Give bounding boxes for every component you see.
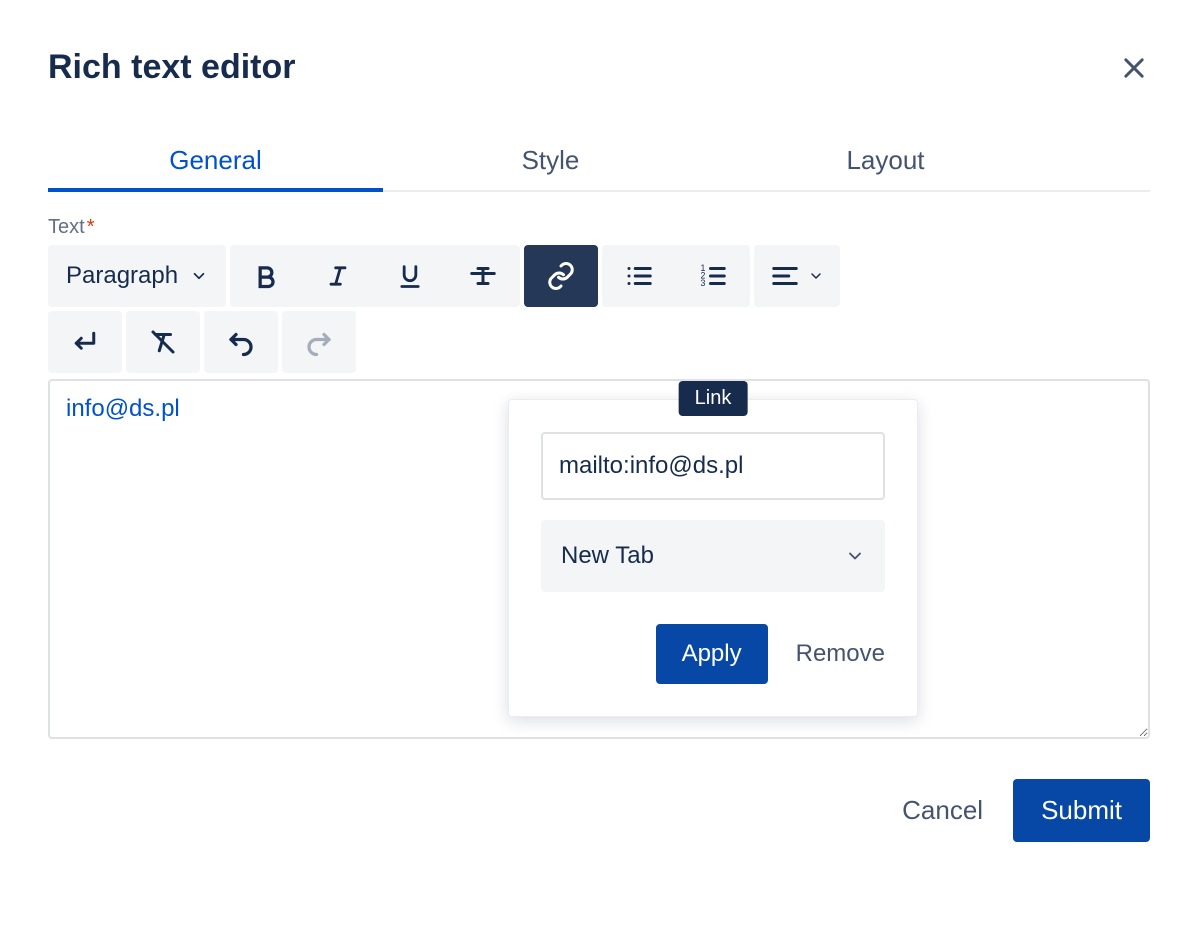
chevron-down-icon	[808, 268, 824, 284]
tab-style[interactable]: Style	[383, 135, 718, 190]
undo-button[interactable]	[204, 311, 278, 373]
field-text-label: Text*	[48, 216, 1150, 239]
submit-button[interactable]: Submit	[1013, 779, 1150, 842]
link-icon	[546, 261, 576, 291]
close-button[interactable]	[1118, 52, 1150, 84]
numbered-list-icon: 123	[698, 261, 728, 291]
line-break-button[interactable]	[48, 311, 122, 373]
clear-format-icon	[148, 327, 178, 357]
bullet-list-button[interactable]	[602, 245, 676, 307]
align-select[interactable]	[754, 245, 840, 307]
bold-button[interactable]	[230, 245, 302, 307]
editor-link-text[interactable]: info@ds.pl	[66, 395, 180, 422]
redo-icon	[304, 327, 334, 357]
tab-general[interactable]: General	[48, 135, 383, 190]
tabs: General Style Layout	[48, 135, 1150, 192]
italic-button[interactable]	[302, 245, 374, 307]
link-button[interactable]	[524, 245, 598, 307]
link-target-select[interactable]: New Tab	[541, 520, 885, 592]
italic-icon	[324, 262, 352, 290]
close-icon	[1120, 54, 1148, 82]
clear-format-button[interactable]	[126, 311, 200, 373]
editor-toolbar: Paragraph	[48, 245, 1150, 307]
link-popover: Link New Tab Apply Remove	[508, 399, 918, 717]
dialog-title: Rich text editor	[48, 48, 295, 87]
undo-icon	[226, 327, 256, 357]
apply-button[interactable]: Apply	[656, 624, 768, 684]
cancel-button[interactable]: Cancel	[896, 785, 989, 836]
numbered-list-button[interactable]: 123	[676, 245, 750, 307]
align-left-icon	[770, 261, 800, 291]
block-format-select[interactable]: Paragraph	[48, 245, 226, 307]
bullet-list-icon	[624, 261, 654, 291]
strikethrough-button[interactable]	[446, 245, 520, 307]
block-format-label: Paragraph	[66, 262, 178, 290]
tab-layout[interactable]: Layout	[718, 135, 1053, 190]
bold-icon	[252, 262, 280, 290]
link-target-value: New Tab	[561, 542, 654, 570]
svg-text:3: 3	[701, 278, 706, 288]
redo-button	[282, 311, 356, 373]
underline-icon	[396, 262, 424, 290]
link-url-input[interactable]	[541, 432, 885, 500]
required-asterisk: *	[87, 216, 95, 239]
line-break-icon	[70, 327, 100, 357]
strikethrough-icon	[468, 261, 498, 291]
chevron-down-icon	[190, 267, 208, 285]
field-label-text: Text	[48, 216, 85, 239]
chevron-down-icon	[845, 546, 865, 566]
link-tooltip: Link	[679, 381, 748, 416]
remove-button[interactable]: Remove	[796, 640, 885, 668]
underline-button[interactable]	[374, 245, 446, 307]
